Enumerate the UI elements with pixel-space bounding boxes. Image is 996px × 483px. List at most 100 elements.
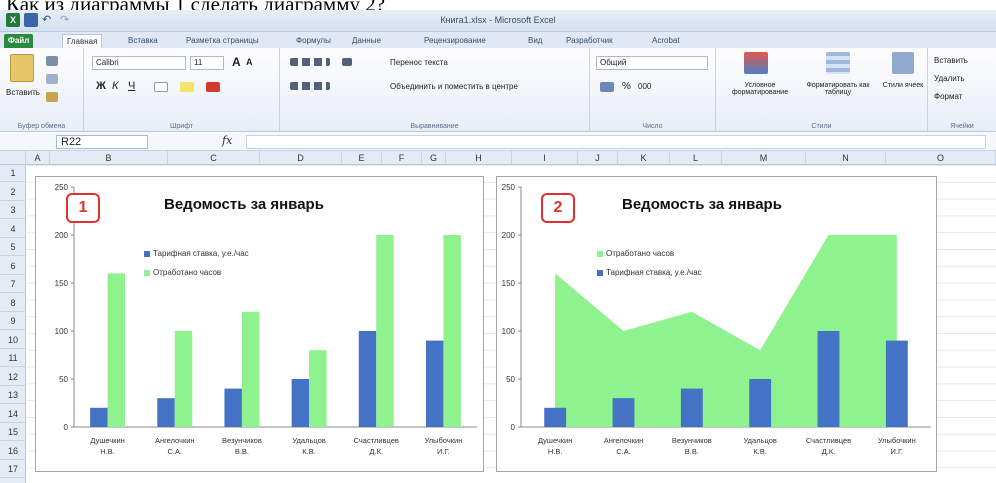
row-header[interactable]: 2 [0, 184, 26, 201]
row-header[interactable]: 15 [0, 424, 26, 441]
column-header[interactable]: I [512, 151, 578, 165]
delete-cells-button[interactable]: Удалить [934, 74, 965, 83]
row-header[interactable]: 17 [0, 461, 26, 478]
column-header[interactable]: C [168, 151, 260, 165]
currency-icon[interactable] [600, 82, 614, 92]
number-group: Общий % 000 Число [590, 48, 716, 132]
copy-icon[interactable] [46, 74, 58, 84]
bold-button[interactable]: Ж [96, 80, 106, 92]
column-header[interactable]: E [342, 151, 382, 165]
cell-styles-icon[interactable] [892, 52, 914, 74]
underline-button[interactable]: Ч [128, 80, 135, 92]
conditional-format-icon[interactable] [744, 52, 768, 74]
row-header[interactable]: 12 [0, 369, 26, 386]
tab-data[interactable]: Данные [348, 34, 385, 48]
align-left-icons[interactable] [290, 82, 330, 90]
styles-label: Стили [811, 123, 832, 130]
x-tick-label: С.А. [616, 447, 631, 456]
column-header[interactable]: O [886, 151, 996, 165]
column-header[interactable]: G [422, 151, 446, 165]
align-top-icons[interactable] [290, 58, 330, 66]
italic-button[interactable]: К [112, 80, 118, 92]
legend-label: Отработано часов [153, 268, 222, 277]
tab-review[interactable]: Рецензирование [420, 34, 490, 48]
column-header[interactable]: A [26, 151, 50, 165]
shrink-font-button[interactable]: A [246, 57, 253, 67]
grow-font-button[interactable]: A [232, 55, 241, 69]
formula-input[interactable] [246, 135, 986, 149]
bar [885, 340, 908, 427]
column-header[interactable]: M [722, 151, 806, 165]
row-header[interactable]: 7 [0, 276, 26, 293]
row-header[interactable]: 16 [0, 443, 26, 460]
orientation-icon[interactable] [342, 58, 352, 66]
x-tick-label: Везунчиков [222, 436, 262, 445]
chart-1-badge: 1 [66, 193, 100, 223]
tab-file[interactable]: Файл [4, 34, 34, 48]
tab-developer[interactable]: Разработчик [562, 34, 617, 48]
ribbon: Вставить Буфер обмена Calibri 11 A A Ж К… [0, 48, 996, 132]
cut-icon[interactable] [46, 56, 58, 66]
tab-view[interactable]: Вид [524, 34, 546, 48]
column-header[interactable]: J [578, 151, 618, 165]
row-header[interactable]: 14 [0, 406, 26, 423]
row-header[interactable]: 1 [0, 165, 26, 182]
chart-2[interactable]: 0 50 100 150 200 250 Душечкин Н.В. Ангелочкин С.А… [496, 176, 937, 472]
cell-styles-button[interactable]: Стили ячеек [882, 82, 924, 89]
row-header[interactable]: 5 [0, 239, 26, 256]
name-box[interactable]: R22 [56, 135, 148, 149]
insert-cells-button[interactable]: Вставить [934, 56, 968, 65]
x-tick-label: Н.В. [100, 447, 115, 456]
formula-bar: R22 fx [0, 133, 996, 151]
legend-label: Тарифная ставка, у.е./час [606, 268, 702, 277]
row-header[interactable]: 10 [0, 332, 26, 349]
format-as-table-icon[interactable] [826, 52, 850, 74]
column-header[interactable]: D [260, 151, 342, 165]
column-header[interactable]: F [382, 151, 422, 165]
row-header[interactable]: 13 [0, 387, 26, 404]
row-header[interactable]: 8 [0, 295, 26, 312]
thousands-button[interactable]: 000 [638, 82, 651, 91]
number-format-select[interactable]: Общий [596, 56, 708, 70]
format-painter-icon[interactable] [46, 92, 58, 102]
x-tick-label: Счастливцев [354, 436, 399, 445]
row-header[interactable]: 3 [0, 202, 26, 219]
percent-button[interactable]: % [622, 81, 631, 92]
bar [224, 388, 242, 427]
x-tick-label: И.Г. [437, 447, 450, 456]
conditional-format-button[interactable]: Условное форматирование [724, 82, 796, 96]
y-tick-label: 100 [502, 327, 516, 336]
x-tick-label: Ангелочкин [155, 436, 195, 445]
row-header[interactable]: 6 [0, 258, 26, 275]
bar [291, 379, 310, 427]
select-all-corner[interactable] [0, 151, 26, 165]
column-header[interactable]: L [670, 151, 722, 165]
column-header[interactable]: K [618, 151, 670, 165]
tab-page-layout[interactable]: Разметка страницы [182, 34, 263, 48]
format-as-table-button[interactable]: Форматировать как таблицу [802, 82, 874, 96]
chart-1[interactable]: 0 50 100 150 200 250 Душечкин Н.В. Ангелочкин С.А… [35, 176, 484, 472]
paste-icon[interactable] [10, 54, 34, 82]
fx-icon[interactable]: fx [222, 134, 232, 147]
paste-button[interactable]: Вставить [6, 88, 40, 97]
wrap-text-button[interactable]: Перенос текста [390, 58, 448, 67]
tab-acrobat[interactable]: Acrobat [648, 34, 684, 48]
merge-center-button[interactable]: Объединить и поместить в центре [390, 82, 518, 91]
column-header[interactable]: H [446, 151, 512, 165]
row-header[interactable]: 11 [0, 350, 26, 367]
font-color-icon[interactable] [206, 82, 220, 92]
column-header[interactable]: N [806, 151, 886, 165]
borders-icon[interactable] [154, 82, 168, 92]
clipboard-group: Вставить Буфер обмена [0, 48, 84, 132]
tab-insert[interactable]: Вставка [124, 34, 162, 48]
format-cells-button[interactable]: Формат [934, 92, 962, 101]
column-header[interactable]: B [50, 151, 168, 165]
tab-home[interactable]: Главная [62, 34, 103, 48]
tab-formulas[interactable]: Формулы [292, 34, 335, 48]
legend-label: Тарифная ставка, у.е./час [153, 249, 249, 258]
font-name-select[interactable]: Calibri [92, 56, 186, 70]
row-header[interactable]: 4 [0, 221, 26, 238]
fill-color-icon[interactable] [180, 82, 194, 92]
font-size-select[interactable]: 11 [190, 56, 224, 70]
row-header[interactable]: 9 [0, 313, 26, 330]
